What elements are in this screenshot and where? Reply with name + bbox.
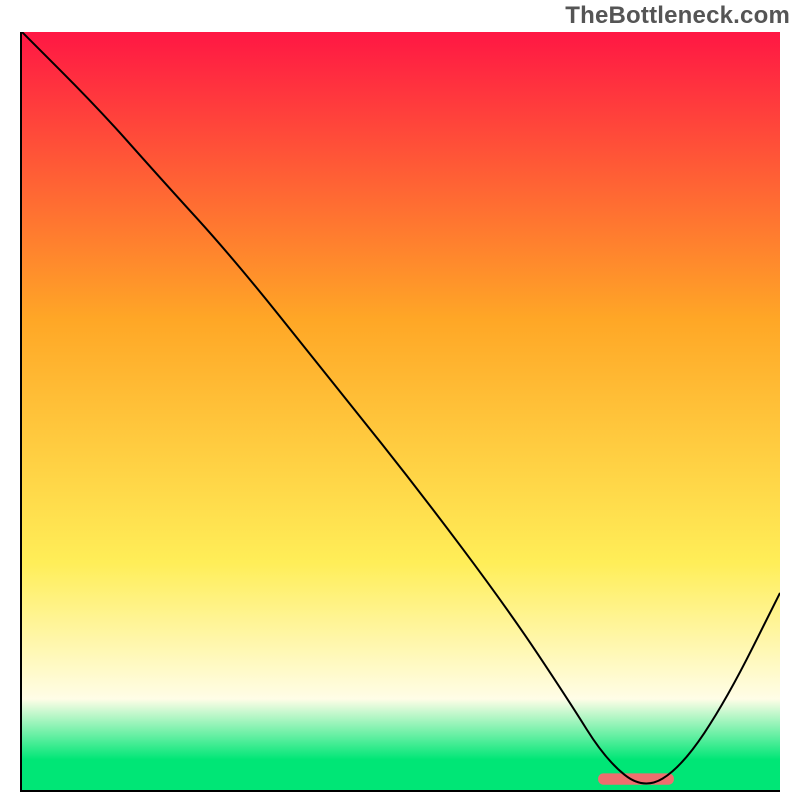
chart-svg xyxy=(22,32,780,790)
gradient-background xyxy=(22,32,780,790)
chart-canvas: TheBottleneck.com xyxy=(0,0,800,800)
watermark-text: TheBottleneck.com xyxy=(565,2,790,30)
plot-area xyxy=(20,32,780,792)
